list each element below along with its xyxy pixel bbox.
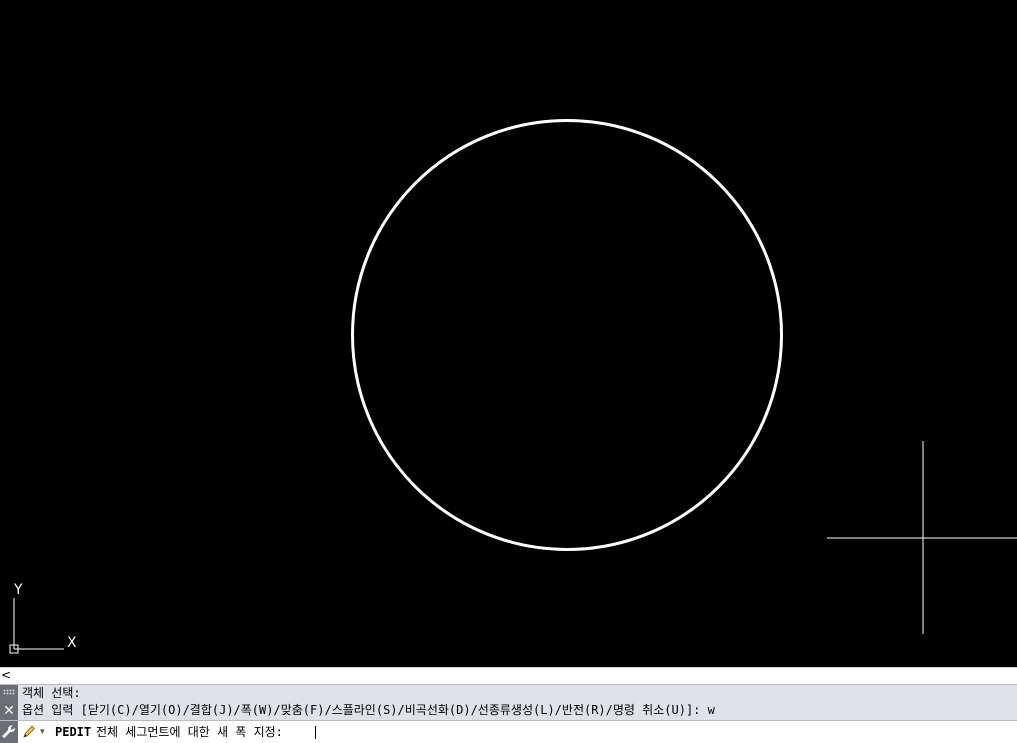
drawing-viewport[interactable]: Y X bbox=[0, 0, 1017, 667]
scroll-left-arrow-icon[interactable]: < bbox=[1, 668, 11, 683]
ucs-x-label: X bbox=[67, 635, 77, 651]
drawing-canvas[interactable]: Y X bbox=[0, 0, 1017, 667]
command-line[interactable]: ▾ PEDIT 전체 세그먼트에 대한 새 폭 지정: bbox=[0, 720, 1017, 743]
history-line: 옵션 입력 [닫기(C)/열기(O)/결합(J)/폭(W)/맞춤(F)/스플라인… bbox=[22, 703, 715, 717]
panel-grip-handle[interactable] bbox=[0, 685, 18, 702]
circle-entity[interactable] bbox=[351, 119, 783, 551]
command-history-panel: ✕ 객체 선택: 옵션 입력 [닫기(C)/열기(O)/결합(J)/폭(W)/맞… bbox=[0, 684, 1017, 721]
crosshair-cursor bbox=[827, 441, 1017, 634]
autocad-window: Y X < ✕ 객체 선택: 옵션 입력 [닫기(C)/열기(O)/결합(J)/… bbox=[0, 0, 1017, 743]
active-command-name: PEDIT bbox=[55, 725, 92, 739]
close-icon[interactable]: ✕ bbox=[0, 702, 18, 721]
history-line: 객체 선택: bbox=[22, 686, 81, 700]
chevron-down-icon[interactable]: ▾ bbox=[40, 724, 45, 740]
ucs-y-label: Y bbox=[13, 582, 23, 598]
horizontal-scrollbar[interactable]: < bbox=[0, 667, 1017, 684]
wrench-icon[interactable] bbox=[0, 721, 18, 743]
ucs-icon: Y X bbox=[9, 582, 77, 654]
pencil-icon[interactable] bbox=[22, 724, 36, 740]
command-prompt: 전체 세그먼트에 대한 새 폭 지정: bbox=[96, 725, 283, 739]
command-input-caret[interactable] bbox=[315, 726, 316, 739]
